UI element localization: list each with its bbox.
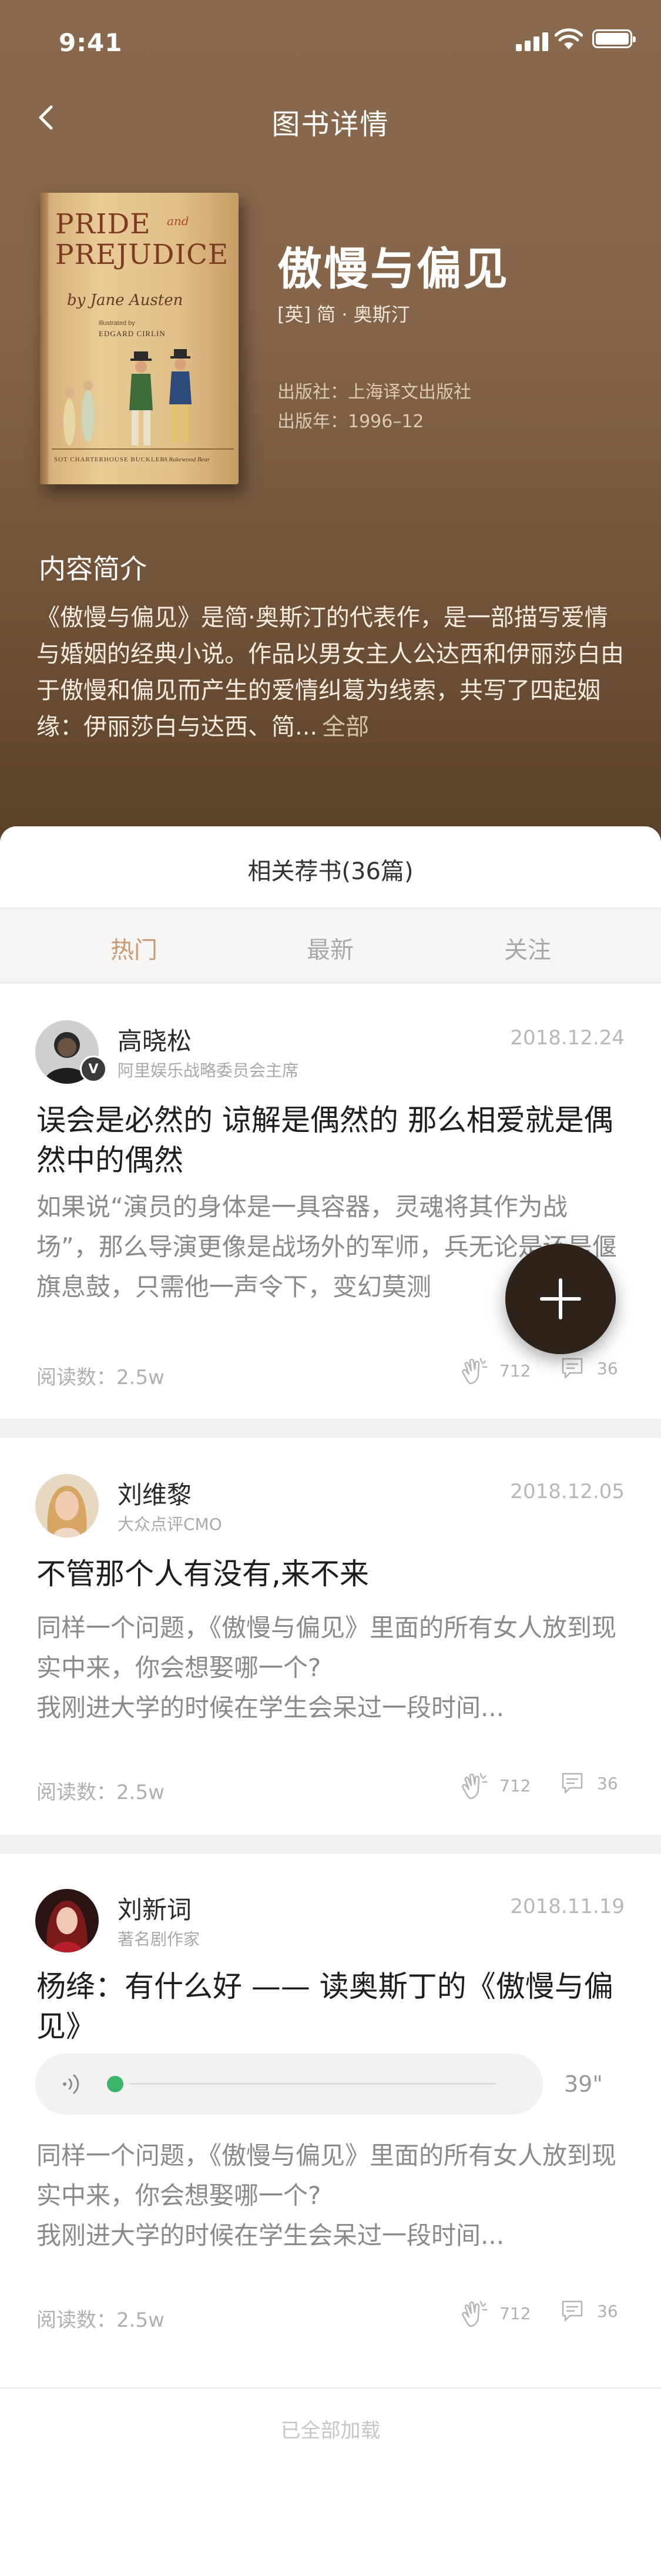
author-name[interactable]: 刘新词 — [118, 1890, 192, 1926]
clap-hands-icon — [462, 1773, 488, 1800]
clap-hands-icon — [462, 2300, 488, 2327]
cover-illustrated-by: illustrated by — [99, 320, 135, 327]
status-time: 9:41 — [59, 28, 123, 57]
nav-bar: 图书详情 — [0, 88, 661, 147]
signal-icon — [516, 32, 549, 51]
cover-title-and: and — [167, 214, 189, 228]
clap-count: 712 — [499, 1776, 531, 1796]
author-role: 大众点评CMO — [118, 1515, 222, 1534]
wifi-icon — [555, 28, 583, 49]
cover-publisher: SOT CHARTERHOUSE BUCKLER — [54, 456, 165, 463]
avatar[interactable] — [35, 1889, 99, 1952]
read-count: 阅读数：2.5w — [36, 1781, 165, 1804]
comment-button[interactable]: 36 — [559, 1770, 618, 1796]
post-excerpt: 同样一个问题，《傲慢与偏见》里面的所有女人放到现实中来，你会想娶哪一个? 我刚进… — [36, 2136, 625, 2256]
cover-illustration — [52, 349, 234, 450]
post-card[interactable]: 刘新词 著名剧作家 2018.11.19 杨绛：有什么好 —— 读奥斯丁的《傲慢… — [0, 1854, 661, 2387]
nav-title: 图书详情 — [271, 108, 390, 141]
clap-button[interactable]: 712 — [459, 2298, 531, 2329]
comment-bubble-icon — [562, 1773, 583, 1794]
author-name[interactable]: 刘维黎 — [118, 1475, 192, 1511]
loaded-all-text: 已全部加载 — [280, 2419, 381, 2443]
post-date: 2018.12.05 — [510, 1480, 625, 1503]
clap-count: 712 — [499, 1361, 531, 1381]
verified-badge: V — [80, 1056, 107, 1083]
post-excerpt-line: 同样一个问题，《傲慢与偏见》里面的所有女人放到现实中来，你会想娶哪一个? — [36, 2141, 617, 2210]
post-title[interactable]: 不管那个人有没有,来不来 — [36, 1554, 624, 1594]
plus-icon — [540, 1278, 581, 1319]
read-count: 阅读数：2.5w — [36, 1366, 165, 1389]
comment-bubble-icon — [562, 2300, 583, 2322]
comment-button[interactable]: 36 — [559, 2298, 618, 2324]
intro-heading: 内容简介 — [39, 553, 147, 585]
post-date: 2018.12.24 — [510, 1026, 625, 1050]
cover-author: by Jane Austen — [67, 292, 183, 309]
book-publisher: 出版社：上海译文出版社 — [277, 382, 471, 403]
sheet-header: 相关荐书(36篇) — [0, 826, 661, 909]
author-name[interactable]: 高晓松 — [118, 1021, 192, 1057]
tab-latest[interactable]: 最新 — [271, 931, 389, 965]
clap-hands-icon — [462, 1358, 488, 1385]
post-footer: 阅读数：2.5w 712 36 — [36, 2298, 625, 2333]
comment-count: 36 — [597, 2301, 618, 2321]
author-role: 阿里娱乐战略委员会主席 — [118, 1061, 299, 1080]
sheet-title: 相关荐书(36篇) — [247, 858, 414, 885]
post-title[interactable]: 误会是必然的 谅解是偶然的 那么相爱就是偶然中的偶然 — [36, 1100, 624, 1180]
book-author: [英] 简 · 奥斯汀 — [277, 303, 410, 326]
book-pub-year: 出版年：1996–12 — [277, 411, 424, 432]
battery-icon — [592, 29, 636, 48]
comment-count: 36 — [597, 1773, 618, 1793]
post-excerpt-line: 同样一个问题，《傲慢与偏见》里面的所有女人放到现实中来，你会想娶哪一个? — [36, 1613, 617, 1682]
author-role: 著名剧作家 — [118, 1930, 200, 1949]
post-card[interactable]: 刘维黎 大众点评CMO 2018.12.05 不管那个人有没有,来不来 同样一个… — [0, 1438, 661, 1835]
list-footer: 已全部加载 — [0, 2387, 661, 2576]
book-cover[interactable]: PRIDE PREJUDICE and by Jane Austen illus… — [40, 193, 239, 484]
audio-track[interactable] — [129, 2083, 496, 2085]
post-excerpt-line: 我刚进大学的时候在学生会呆过一段时间... — [36, 1693, 505, 1722]
audio-duration: 39" — [564, 2071, 603, 2097]
cover-sign: A Rakewood Bear — [163, 456, 210, 463]
recommendations-sheet: 相关荐书(36篇) 热门 最新 关注 V 高晓松 阿里娱乐战略委员会主席 201… — [0, 826, 661, 2576]
audio-player[interactable] — [35, 2054, 543, 2115]
post-excerpt-line: 我刚进大学的时候在学生会呆过一段时间... — [36, 2221, 505, 2250]
status-bar: 9:41 — [0, 0, 661, 78]
add-fab-button[interactable] — [505, 1244, 616, 1354]
clap-button[interactable]: 712 — [459, 1355, 531, 1386]
tab-following[interactable]: 关注 — [469, 931, 586, 965]
voice-wave-icon — [63, 2074, 79, 2094]
book-hero: 9:41 图书详情 PRIDE PREJUDICE and by Jane Au — [0, 0, 661, 858]
post-excerpt: 同样一个问题，《傲慢与偏见》里面的所有女人放到现实中来，你会想娶哪一个? 我刚进… — [36, 1608, 625, 1728]
post-footer: 阅读数：2.5w 712 36 — [36, 1770, 625, 1805]
comment-count: 36 — [597, 1358, 618, 1378]
audio-progress-knob[interactable] — [107, 2076, 123, 2092]
tab-hot[interactable]: 热门 — [75, 931, 193, 965]
intro-text: 《傲慢与偏见》是简·奥斯汀的代表作，是一部描写爱情与婚姻的经典小说。作品以男女主… — [36, 599, 624, 745]
clap-count: 712 — [499, 2303, 531, 2323]
post-title[interactable]: 杨绛：有什么好 —— 读奥斯丁的《傲慢与偏见》 — [36, 1967, 624, 2046]
post-footer: 阅读数：2.5w 712 36 — [36, 1355, 625, 1391]
comment-bubble-icon — [562, 1358, 583, 1379]
avatar[interactable] — [35, 1474, 99, 1537]
clap-button[interactable]: 712 — [459, 1770, 531, 1801]
book-title: 傲慢与偏见 — [277, 243, 509, 295]
tab-bar: 热门 最新 关注 — [0, 910, 661, 983]
comment-button[interactable]: 36 — [559, 1355, 618, 1381]
read-count: 阅读数：2.5w — [36, 2309, 165, 2332]
cover-title: PRIDE PREJUDICE — [55, 208, 229, 271]
post-date: 2018.11.19 — [510, 1895, 625, 1918]
intro-more-link[interactable]: 全部 — [322, 713, 369, 741]
